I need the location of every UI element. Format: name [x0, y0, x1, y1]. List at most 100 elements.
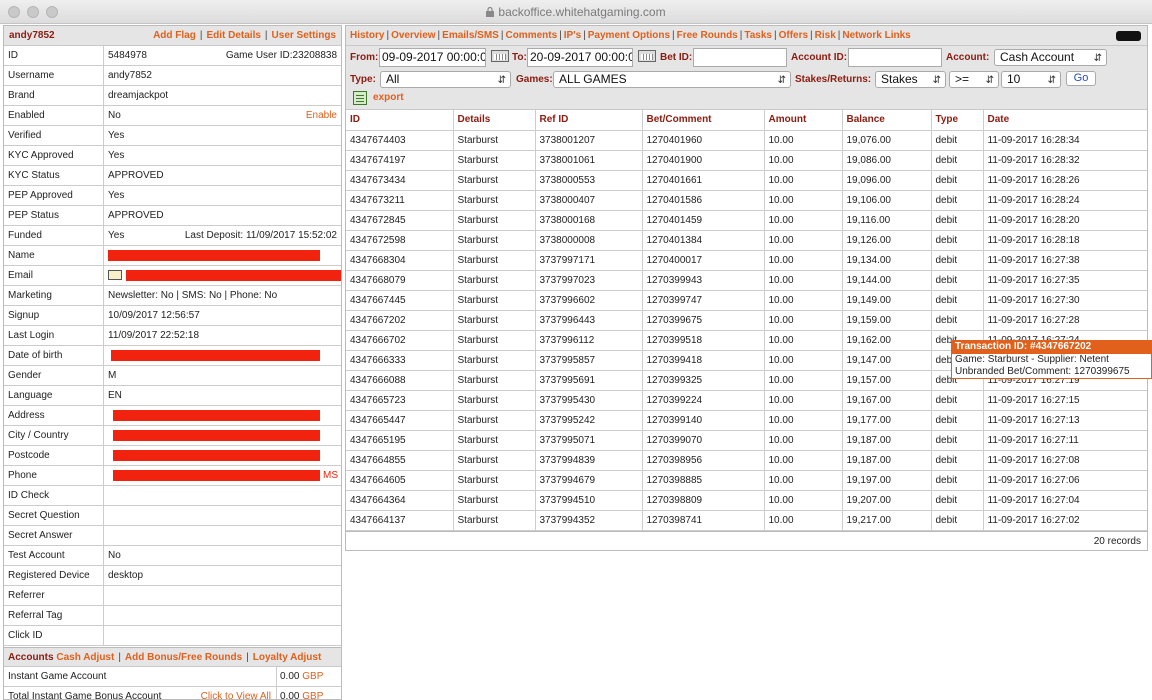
- table-cell: Starburst: [453, 230, 536, 251]
- table-row[interactable]: 4347665195 Starburst 3737995071 1270399070 1…: [346, 430, 1147, 451]
- table-row[interactable]: 4347673434 Starburst 3738000553 1270401661 1…: [346, 170, 1147, 191]
- detail-value: Yes: [108, 150, 125, 161]
- stakes-select[interactable]: Stakes ⇵: [875, 71, 946, 88]
- tab-emails-sms[interactable]: Emails/SMS: [442, 30, 499, 41]
- tab-risk[interactable]: Risk: [815, 30, 836, 41]
- from-calendar-icon[interactable]: [491, 50, 509, 62]
- column-header-bet-comment[interactable]: Bet/Comment: [642, 110, 765, 131]
- account-value: 0.00: [280, 671, 300, 682]
- go-button[interactable]: Go: [1066, 71, 1096, 86]
- tab-comments[interactable]: Comments: [505, 30, 557, 41]
- table-row[interactable]: 4347674197 Starburst 3738001061 1270401900 1…: [346, 150, 1147, 171]
- table-row[interactable]: 4347668079 Starburst 3737997023 1270399943 1…: [346, 270, 1147, 291]
- operator-select[interactable]: >= ⇵: [949, 71, 999, 88]
- detail-value-cell: M: [104, 366, 341, 385]
- column-header-id[interactable]: ID: [346, 110, 454, 131]
- table-cell: 4347668304: [346, 250, 454, 271]
- enable-link[interactable]: Enable: [306, 106, 341, 125]
- table-cell: debit: [931, 150, 984, 171]
- table-cell: Starburst: [453, 150, 536, 171]
- table-row[interactable]: 4347674403 Starburst 3738001207 1270401960 1…: [346, 130, 1147, 151]
- detail-label: Enabled: [4, 106, 104, 125]
- detail-value: 5484978: [108, 50, 147, 61]
- table-cell: 19,147.00: [842, 350, 932, 371]
- table-row[interactable]: 4347664605 Starburst 3737994679 1270398885 1…: [346, 470, 1147, 491]
- table-row[interactable]: 4347672845 Starburst 3738000168 1270401459 1…: [346, 210, 1147, 231]
- table-row[interactable]: 4347664364 Starburst 3737994510 1270398809 1…: [346, 490, 1147, 511]
- detail-value: No: [108, 110, 121, 121]
- player-username-title: andy7852: [9, 30, 55, 41]
- player-detail-row: Last Login 11/09/2017 22:52:18: [4, 326, 341, 346]
- detail-value: No: [108, 550, 121, 561]
- column-header-date[interactable]: Date: [983, 110, 1147, 131]
- add-flag-link[interactable]: Add Flag: [153, 30, 196, 41]
- from-date-input[interactable]: 09-09-2017 00:00:00: [379, 48, 486, 67]
- tab-ip-s[interactable]: IP's: [564, 30, 581, 41]
- table-cell: 11-09-2017 16:27:28: [983, 310, 1147, 331]
- table-cell: 4347664364: [346, 490, 454, 511]
- table-row[interactable]: 4347665447 Starburst 3737995242 1270399140 1…: [346, 410, 1147, 431]
- cash-adjust-link[interactable]: Cash Adjust: [56, 652, 114, 663]
- games-select-value: ALL GAMES: [559, 72, 627, 86]
- account-select[interactable]: Cash Account ⇵: [994, 49, 1107, 66]
- table-row[interactable]: 4347665723 Starburst 3737995430 1270399224 1…: [346, 390, 1147, 411]
- table-row[interactable]: 4347672598 Starburst 3738000008 1270401384 1…: [346, 230, 1147, 251]
- detail-value-cell: [104, 266, 341, 285]
- table-cell: 19,177.00: [842, 410, 932, 431]
- address-bar[interactable]: backoffice.whitehatgaming.com: [0, 5, 1152, 19]
- table-row[interactable]: 4347667202 Starburst 3737996443 1270399675 1…: [346, 310, 1147, 331]
- type-select[interactable]: All ⇵: [380, 71, 511, 88]
- detail-label: PEP Status: [4, 206, 104, 225]
- export-link[interactable]: export: [373, 92, 404, 103]
- spreadsheet-icon[interactable]: [353, 91, 367, 105]
- detail-label: Referral Tag: [4, 606, 104, 625]
- table-cell: debit: [931, 190, 984, 211]
- table-cell: 3737994510: [535, 490, 643, 511]
- table-row[interactable]: 4347664855 Starburst 3737994839 1270398956 1…: [346, 450, 1147, 471]
- edit-details-link[interactable]: Edit Details: [206, 30, 260, 41]
- tab-overview[interactable]: Overview: [391, 30, 435, 41]
- tab-history[interactable]: History: [350, 30, 384, 41]
- email-icon[interactable]: [108, 270, 122, 280]
- bet-id-input[interactable]: [693, 48, 787, 67]
- account-id-input[interactable]: [848, 48, 942, 67]
- tab-network-links[interactable]: Network Links: [842, 30, 910, 41]
- user-settings-link[interactable]: User Settings: [272, 30, 336, 41]
- table-cell: 3737994679: [535, 470, 643, 491]
- games-select[interactable]: ALL GAMES ⇵: [553, 71, 791, 88]
- table-cell: 19,207.00: [842, 490, 932, 511]
- column-header-details[interactable]: Details: [453, 110, 536, 131]
- table-row[interactable]: 4347667445 Starburst 3737996602 1270399747 1…: [346, 290, 1147, 311]
- to-calendar-icon[interactable]: [638, 50, 656, 62]
- table-cell: Starburst: [453, 250, 536, 271]
- table-cell: 10.00: [764, 450, 843, 471]
- player-detail-row: KYC Status APPROVED: [4, 166, 341, 186]
- table-cell: 1270399518: [642, 330, 765, 351]
- detail-label: Username: [4, 66, 104, 85]
- column-header-ref-id[interactable]: Ref ID: [535, 110, 643, 131]
- account-row: Total Instant Game Bonus Account Click to…: [4, 687, 341, 699]
- column-header-balance[interactable]: Balance: [842, 110, 932, 131]
- detail-value-cell: 10/09/2017 12:56:57: [104, 306, 341, 325]
- detail-value-cell: [104, 506, 341, 525]
- amount-select[interactable]: 10 ⇵: [1001, 71, 1061, 88]
- detail-label: City / Country: [4, 426, 104, 445]
- chevron-updown-icon: ⇵: [497, 75, 506, 86]
- column-header-type[interactable]: Type: [931, 110, 984, 131]
- tab-offers[interactable]: Offers: [779, 30, 808, 41]
- tab-free-rounds[interactable]: Free Rounds: [677, 30, 738, 41]
- table-row[interactable]: 4347673211 Starburst 3738000407 1270401586 1…: [346, 190, 1147, 211]
- column-header-amount[interactable]: Amount: [764, 110, 843, 131]
- panel-toggle-button[interactable]: [1116, 31, 1141, 41]
- player-detail-row: Email: [4, 266, 341, 286]
- click-to-view-all-link[interactable]: Click to View All: [201, 687, 276, 699]
- tab-tasks[interactable]: Tasks: [744, 30, 772, 41]
- table-row[interactable]: 4347668304 Starburst 3737997171 1270400017 1…: [346, 250, 1147, 271]
- table-cell: 11-09-2017 16:27:08: [983, 450, 1147, 471]
- table-row[interactable]: 4347664137 Starburst 3737994352 1270398741 1…: [346, 510, 1147, 531]
- detail-value-cell: dreamjackpot: [104, 86, 341, 105]
- tab-payment-options[interactable]: Payment Options: [588, 30, 670, 41]
- add-bonus-link[interactable]: Add Bonus/Free Rounds: [125, 652, 242, 663]
- to-date-input[interactable]: 20-09-2017 00:00:00: [527, 48, 633, 67]
- loyalty-adjust-link[interactable]: Loyalty Adjust: [253, 652, 322, 663]
